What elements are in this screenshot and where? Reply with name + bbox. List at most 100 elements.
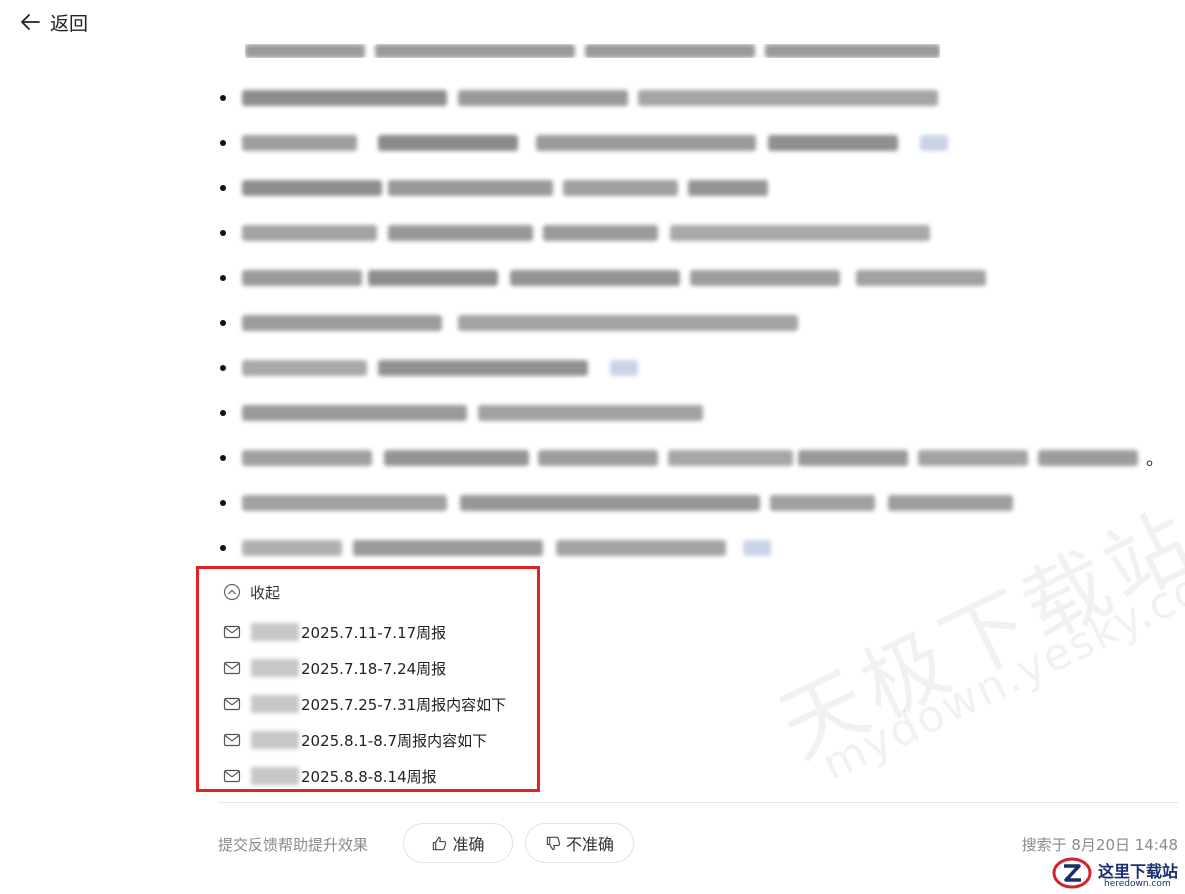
bullet-dot xyxy=(220,185,226,191)
list-item xyxy=(218,310,1178,336)
blurred-text xyxy=(384,450,529,466)
list-item xyxy=(218,355,1178,381)
reference-item[interactable]: 2025.8.8-8.14周报 xyxy=(223,763,437,789)
blurred-text xyxy=(242,495,447,511)
blurred-text xyxy=(242,405,467,421)
blurred-text xyxy=(378,135,518,151)
list-item xyxy=(218,85,1178,111)
list-item: 。 xyxy=(218,445,1178,471)
list-item xyxy=(218,220,1178,246)
accurate-label: 准确 xyxy=(452,835,485,854)
blurred-text xyxy=(242,315,442,331)
reference-item[interactable]: 2025.7.11-7.17周报 xyxy=(223,619,446,645)
site-logo: 这里下载站 heredown.com xyxy=(1052,852,1184,894)
blurred-text xyxy=(242,450,372,466)
blurred-text xyxy=(688,180,768,196)
bullet-dot xyxy=(220,320,226,326)
cut-off-text-line xyxy=(245,44,940,58)
bullet-dot xyxy=(220,365,226,371)
blurred-sender xyxy=(251,695,299,713)
blurred-text xyxy=(770,495,875,511)
collapse-label: 收起 xyxy=(250,583,281,602)
blurred-text xyxy=(242,135,357,151)
bullet-dot xyxy=(220,500,226,506)
reference-list-highlight: 收起 2025.7.11-7.17周报 2025.7.18-7.24周报 202… xyxy=(196,566,540,792)
blurred-text xyxy=(242,180,382,196)
blurred-text xyxy=(242,90,447,106)
chevron-up-circle-icon xyxy=(223,583,241,601)
mail-icon xyxy=(223,625,241,639)
reference-item[interactable]: 2025.7.18-7.24周报 xyxy=(223,655,446,681)
thumbs-down-icon xyxy=(546,836,561,850)
sentence-end-mark: 。 xyxy=(1146,449,1164,470)
blurred-text xyxy=(458,315,798,331)
reference-title: 2025.7.18-7.24周报 xyxy=(301,659,447,678)
z-logo-icon xyxy=(1052,857,1092,889)
inaccurate-label: 不准确 xyxy=(565,835,614,854)
mail-icon xyxy=(223,697,241,711)
mail-icon xyxy=(223,769,241,783)
reference-title: 2025.8.8-8.14周报 xyxy=(301,767,437,786)
mail-icon xyxy=(223,733,241,747)
blurred-text xyxy=(242,360,367,376)
collapse-button[interactable]: 收起 xyxy=(223,579,280,605)
blurred-text xyxy=(768,135,898,151)
blurred-sender xyxy=(251,767,299,785)
blurred-text xyxy=(798,450,908,466)
mail-icon xyxy=(223,661,241,675)
feedback-bar: 提交反馈帮助提升效果 准确 不准确 搜索于 8月20日 14:48 xyxy=(218,823,1180,865)
blurred-citation xyxy=(920,135,948,151)
list-item xyxy=(218,265,1178,291)
blurred-sender xyxy=(251,731,299,749)
blurred-text xyxy=(353,540,543,556)
blurred-text xyxy=(668,450,793,466)
arrow-left-icon xyxy=(21,14,40,30)
blurred-sender xyxy=(251,659,299,677)
blurred-text xyxy=(378,360,588,376)
blurred-text xyxy=(510,270,680,286)
bullet-dot xyxy=(220,140,226,146)
blurred-text xyxy=(242,225,377,241)
blurred-sender xyxy=(251,623,299,641)
inaccurate-button[interactable]: 不准确 xyxy=(525,823,634,863)
back-button[interactable]: 返回 xyxy=(18,8,88,36)
blurred-text xyxy=(556,540,726,556)
top-bar: 返回 xyxy=(0,0,1185,44)
blurred-text xyxy=(536,135,756,151)
blurred-text xyxy=(690,270,840,286)
blurred-text xyxy=(563,180,678,196)
bullet-dot xyxy=(220,545,226,551)
blurred-citation xyxy=(743,540,771,556)
list-item xyxy=(218,490,1178,516)
blurred-text xyxy=(543,225,658,241)
blurred-text xyxy=(1038,450,1138,466)
blurred-text xyxy=(242,270,362,286)
accurate-button[interactable]: 准确 xyxy=(403,823,513,863)
blurred-text xyxy=(918,450,1028,466)
blurred-text xyxy=(368,270,498,286)
blurred-citation xyxy=(610,360,638,376)
logo-text-en: heredown.com xyxy=(1104,879,1171,889)
bullet-dot xyxy=(220,275,226,281)
back-label: 返回 xyxy=(50,12,89,35)
bullet-dot xyxy=(220,455,226,461)
blurred-text xyxy=(670,225,930,241)
blurred-text xyxy=(388,225,533,241)
feedback-prompt: 提交反馈帮助提升效果 xyxy=(218,836,369,854)
blurred-text xyxy=(538,450,658,466)
bullet-dot xyxy=(220,230,226,236)
reference-title: 2025.7.11-7.17周报 xyxy=(301,623,447,642)
watermark-cn: 天极下载站 xyxy=(764,491,1185,778)
blurred-text xyxy=(478,405,703,421)
bullet-dot xyxy=(220,410,226,416)
list-item xyxy=(218,535,1178,561)
blurred-text xyxy=(460,495,760,511)
blurred-text xyxy=(458,90,628,106)
reference-title: 2025.7.25-7.31周报内容如下 xyxy=(301,695,507,714)
list-item xyxy=(218,175,1178,201)
watermark-en: mydown.yesky.com xyxy=(814,542,1185,791)
reference-item[interactable]: 2025.7.25-7.31周报内容如下 xyxy=(223,691,506,717)
thumbs-up-icon xyxy=(433,836,447,850)
blurred-text xyxy=(638,90,938,106)
reference-item[interactable]: 2025.8.1-8.7周报内容如下 xyxy=(223,727,487,753)
